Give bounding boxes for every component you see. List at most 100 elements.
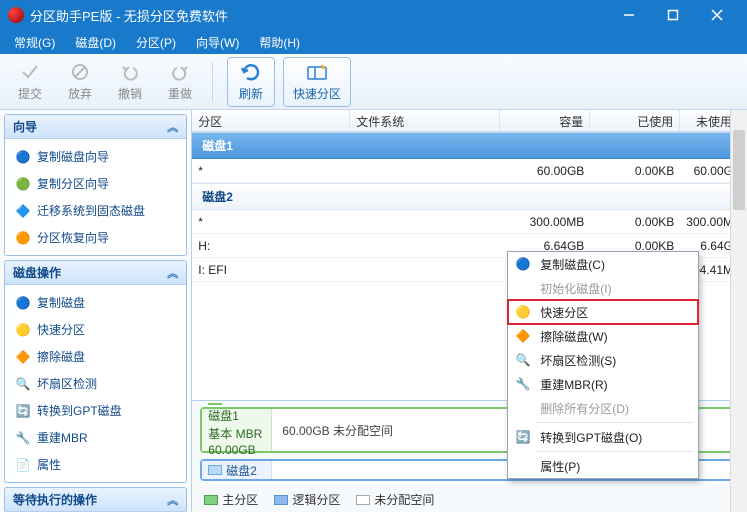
cm-properties[interactable]: 属性(P) bbox=[508, 454, 698, 478]
sidebar-item-label: 转换到GPT磁盘 bbox=[37, 402, 122, 419]
cell-name: * bbox=[192, 212, 350, 232]
scrollbar-vertical[interactable] bbox=[730, 110, 747, 512]
sidebar-item-bad-sector[interactable]: 🔍坏扇区检测 bbox=[7, 370, 184, 397]
sidebar-item-copy-disk[interactable]: 🔵复制磁盘 bbox=[7, 289, 184, 316]
menu-partition[interactable]: 分区(P) bbox=[126, 31, 186, 54]
legend-label: 未分配空间 bbox=[374, 491, 434, 508]
partition-copy-icon: 🟢 bbox=[15, 176, 31, 192]
cm-bad-sector[interactable]: 🔍坏扇区检测(S) bbox=[508, 348, 698, 372]
sidebar-item-label: 擦除磁盘 bbox=[37, 348, 85, 365]
cell-name: I: EFI bbox=[192, 260, 350, 280]
undo-button[interactable]: 撤销 bbox=[106, 57, 154, 107]
undo-label: 撤销 bbox=[118, 85, 142, 102]
chevron-up-icon: ︽ bbox=[167, 265, 178, 281]
cm-label: 删除所有分区(D) bbox=[540, 400, 629, 417]
minimize-button[interactable] bbox=[607, 0, 651, 30]
sidebar-item-copy-disk-wizard[interactable]: 🔵复制磁盘向导 bbox=[7, 143, 184, 170]
col-filesystem[interactable]: 文件系统 bbox=[350, 110, 500, 131]
gpt-icon: 🔄 bbox=[15, 403, 31, 419]
disk-header-1[interactable]: 磁盘1 bbox=[192, 132, 747, 159]
cell-capacity: 60.00GB bbox=[500, 161, 590, 181]
sidebar-item-rebuild-mbr[interactable]: 🔧重建MBR bbox=[7, 424, 184, 451]
cell-name: H: bbox=[192, 236, 350, 256]
chevron-up-icon: ︽ bbox=[167, 119, 178, 135]
check-icon bbox=[19, 61, 41, 83]
disk-header-2[interactable]: 磁盘2 bbox=[192, 183, 747, 210]
disk-visual-label: 磁盘1 基本 MBR 60.00GB bbox=[202, 409, 272, 451]
swatch-primary-icon bbox=[204, 495, 218, 505]
table-row[interactable]: * 60.00GB 0.00KB 60.00GB bbox=[192, 159, 747, 183]
maximize-button[interactable] bbox=[651, 0, 695, 30]
cm-wipe-disk[interactable]: 🔶擦除磁盘(W) bbox=[508, 324, 698, 348]
sidebar-item-partition-recovery[interactable]: 🟠分区恢复向导 bbox=[7, 224, 184, 251]
cm-label: 属性(P) bbox=[540, 458, 580, 475]
sidebar-item-migrate-ssd[interactable]: 🔷迁移系统到固态磁盘 bbox=[7, 197, 184, 224]
sidebar-item-label: 属性 bbox=[37, 456, 61, 473]
refresh-button[interactable]: 刷新 bbox=[227, 57, 275, 107]
chevron-up-icon: ︽ bbox=[167, 492, 178, 508]
legend-label: 主分区 bbox=[222, 491, 258, 508]
menu-help[interactable]: 帮助(H) bbox=[249, 31, 310, 54]
table-row[interactable]: * 300.00MB 0.00KB 300.00MB bbox=[192, 210, 747, 234]
cell-fs bbox=[350, 243, 500, 249]
cell-fs bbox=[350, 219, 500, 225]
sidebar-item-quick-partition[interactable]: 🟡快速分区 bbox=[7, 316, 184, 343]
cm-separator bbox=[536, 451, 694, 452]
wipe-icon: 🔶 bbox=[15, 349, 31, 365]
redo-button[interactable]: 重做 bbox=[156, 57, 204, 107]
pending-panel-header[interactable]: 等待执行的操作 ︽ bbox=[5, 488, 186, 512]
menu-disk[interactable]: 磁盘(D) bbox=[65, 31, 126, 54]
disk-ops-panel: 磁盘操作 ︽ 🔵复制磁盘 🟡快速分区 🔶 擦除磁盘 🔍坏扇区检测 🔄 转换到GPT磁… bbox=[4, 260, 187, 483]
pending-panel-title: 等待执行的操作 bbox=[13, 491, 97, 508]
cell-fs bbox=[350, 267, 500, 273]
cm-delete-all: 删除所有分区(D) bbox=[508, 396, 698, 420]
delete-icon bbox=[514, 399, 532, 417]
sector-icon: 🔍 bbox=[514, 351, 532, 369]
cm-label: 初始化磁盘(I) bbox=[540, 280, 611, 297]
properties-icon bbox=[514, 457, 532, 475]
close-button[interactable] bbox=[695, 0, 739, 30]
cm-init-disk: 初始化磁盘(I) bbox=[508, 276, 698, 300]
cell-fs bbox=[350, 168, 500, 174]
quick-partition-button[interactable]: 快速分区 bbox=[283, 57, 351, 107]
cm-copy-disk[interactable]: 🔵复制磁盘(C) bbox=[508, 252, 698, 276]
sidebar-item-properties[interactable]: 📄属性 bbox=[7, 451, 184, 478]
context-menu: 🔵复制磁盘(C) 初始化磁盘(I) 🟡快速分区 🔶擦除磁盘(W) 🔍坏扇区检测(… bbox=[507, 251, 699, 479]
app-icon bbox=[8, 7, 24, 23]
disk-icon bbox=[208, 465, 222, 475]
sector-icon: 🔍 bbox=[15, 376, 31, 392]
col-partition[interactable]: 分区 bbox=[192, 110, 350, 131]
col-used[interactable]: 已使用 bbox=[590, 110, 680, 131]
commit-button[interactable]: 提交 bbox=[6, 57, 54, 107]
wizard-panel-title: 向导 bbox=[13, 118, 37, 135]
cm-label: 重建MBR(R) bbox=[540, 376, 607, 393]
toolbar-separator bbox=[212, 62, 213, 102]
disk-ops-panel-header[interactable]: 磁盘操作 ︽ bbox=[5, 261, 186, 285]
scrollbar-thumb[interactable] bbox=[733, 130, 745, 210]
legend-primary: 主分区 bbox=[204, 491, 258, 508]
gpt-icon: 🔄 bbox=[514, 428, 532, 446]
discard-button[interactable]: 放弃 bbox=[56, 57, 104, 107]
sidebar-item-to-gpt[interactable]: 🔄 转换到GPT磁盘 bbox=[7, 397, 184, 424]
disk-copy-icon: 🔵 bbox=[15, 149, 31, 165]
refresh-label: 刷新 bbox=[239, 85, 263, 102]
sidebar-item-label: 重建MBR bbox=[37, 429, 88, 446]
sidebar-item-copy-partition-wizard[interactable]: 🟢复制分区向导 bbox=[7, 170, 184, 197]
cm-rebuild-mbr[interactable]: 🔧重建MBR(R) bbox=[508, 372, 698, 396]
cm-separator bbox=[536, 422, 694, 423]
cm-quick-partition[interactable]: 🟡快速分区 bbox=[508, 300, 698, 324]
sidebar-item-wipe-disk[interactable]: 🔶 擦除磁盘 bbox=[7, 343, 184, 370]
sidebar-item-label: 迁移系统到固态磁盘 bbox=[37, 202, 145, 219]
window-title: 分区助手PE版 - 无损分区免费软件 bbox=[30, 6, 607, 25]
cm-to-gpt[interactable]: 🔄转换到GPT磁盘(O) bbox=[508, 425, 698, 449]
legend-logical: 逻辑分区 bbox=[274, 491, 340, 508]
refresh-icon bbox=[240, 61, 262, 83]
wizard-panel-header[interactable]: 向导 ︽ bbox=[5, 115, 186, 139]
title-bar: 分区助手PE版 - 无损分区免费软件 bbox=[0, 0, 747, 30]
menu-wizard[interactable]: 向导(W) bbox=[186, 31, 249, 54]
col-capacity[interactable]: 容量 bbox=[500, 110, 590, 131]
redo-icon bbox=[169, 61, 191, 83]
recovery-icon: 🟠 bbox=[15, 230, 31, 246]
disk-vis-name: 磁盘2 bbox=[226, 462, 257, 479]
menu-general[interactable]: 常规(G) bbox=[4, 31, 65, 54]
